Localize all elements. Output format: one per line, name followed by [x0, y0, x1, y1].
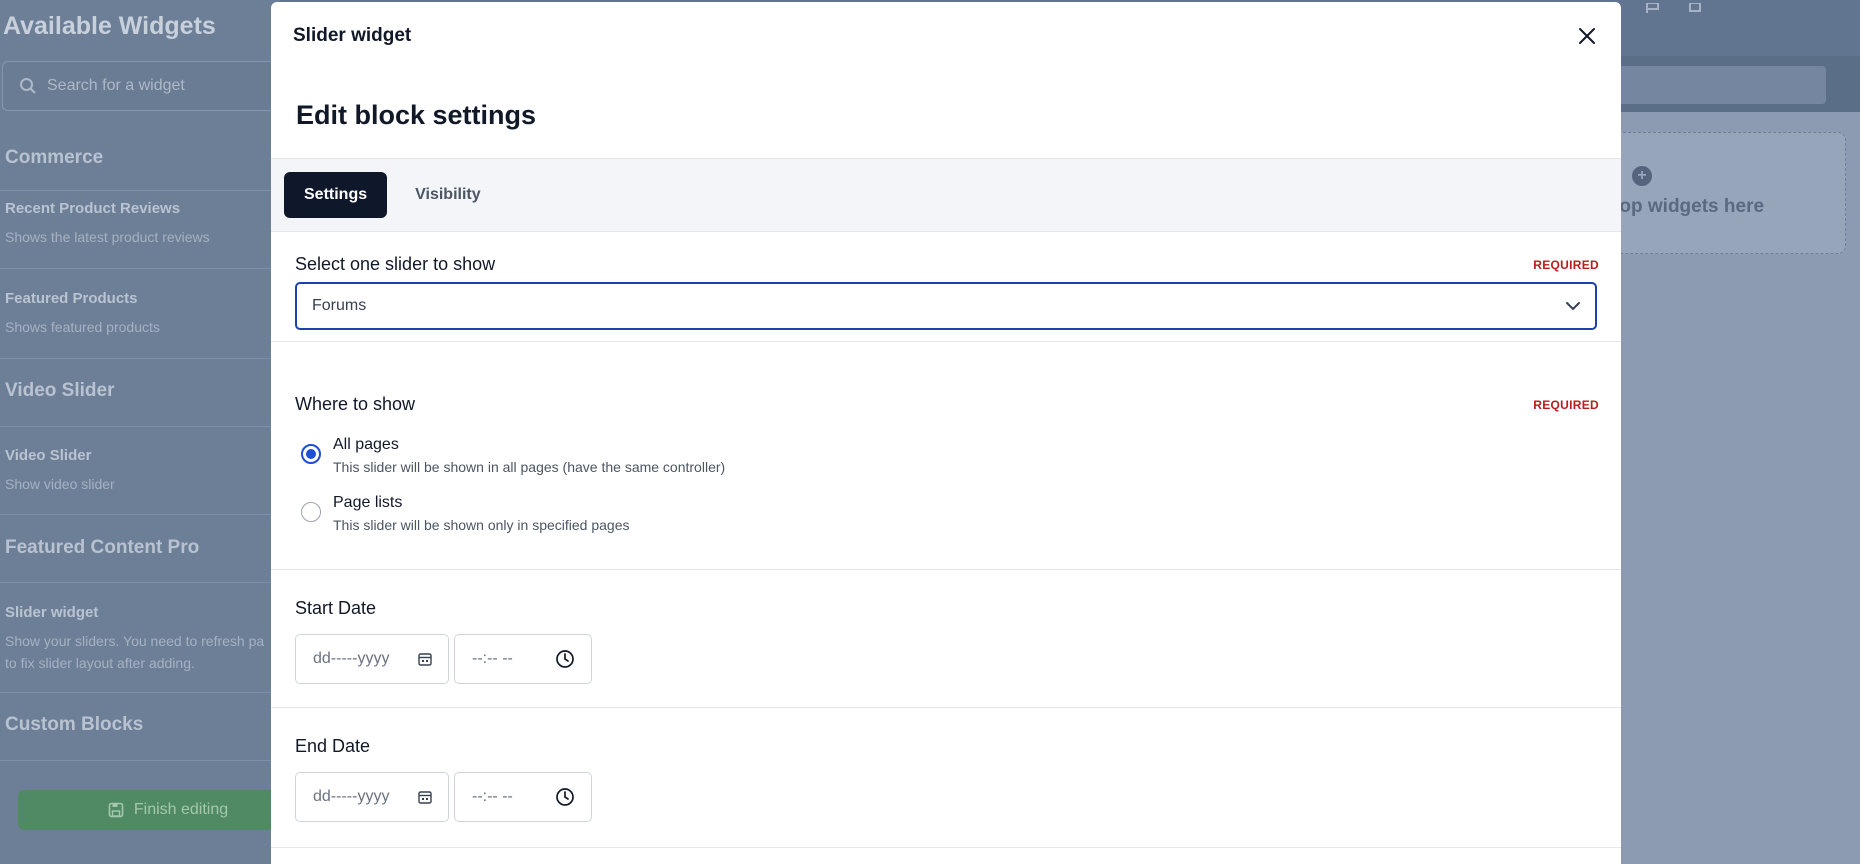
clock-icon	[556, 788, 574, 806]
divider	[0, 358, 280, 359]
date-placeholder: dd-----yyyy	[313, 788, 390, 805]
tab-settings[interactable]: Settings	[284, 172, 388, 218]
start-date-section: Start Date dd-----yyyy --:-- --	[271, 570, 1621, 708]
radio-button[interactable]	[301, 444, 321, 464]
search-icon	[20, 78, 36, 94]
slider-select-value: Forums	[312, 297, 367, 314]
clipboard-icon	[1686, 0, 1704, 18]
slider-select-dropdown[interactable]: Forums	[295, 282, 1597, 330]
divider	[0, 268, 280, 269]
slider-select-label: Select one slider to show	[295, 254, 496, 274]
radio-title: All pages	[333, 436, 399, 453]
modal-title: Slider widget	[293, 25, 412, 46]
slider-widget-modal: Slider widget Edit block settings Settin…	[271, 2, 1621, 864]
close-icon	[1579, 28, 1595, 44]
where-to-show-section: Where to show REQUIRED All pages This sl…	[271, 368, 1621, 570]
divider	[0, 582, 280, 583]
widget-item-title[interactable]: Video Slider	[5, 447, 91, 464]
section-featured-content-pro: Featured Content Pro	[5, 537, 200, 558]
time-placeholder: --:-- --	[472, 788, 513, 805]
calendar-icon	[418, 791, 432, 804]
start-date-label: Start Date	[295, 598, 377, 618]
widget-item-desc: to fix slider layout after adding.	[5, 655, 195, 671]
section-commerce: Commerce	[5, 147, 104, 168]
search-placeholder: Search for a widget	[47, 77, 185, 94]
widget-item-desc: Show your sliders. You need to refresh p…	[5, 633, 265, 649]
radio-option-all-pages[interactable]: All pages This slider will be shown in a…	[301, 434, 725, 478]
widget-item-title[interactable]: Slider widget	[5, 604, 98, 621]
divider	[0, 760, 280, 761]
flag-icon	[1644, 0, 1662, 18]
widget-item-title[interactable]: Recent Product Reviews	[5, 200, 180, 217]
end-date-section: End Date dd-----yyyy --:-- --	[271, 708, 1621, 848]
widget-drop-zone[interactable]	[1600, 132, 1846, 254]
widget-item-desc: Shows the latest product reviews	[5, 229, 210, 245]
required-badge: REQUIRED	[1533, 258, 1599, 272]
divider	[0, 426, 280, 427]
close-button[interactable]	[1575, 24, 1599, 48]
chevron-down-icon	[1566, 302, 1580, 311]
end-date-inputs: dd-----yyyy --:-- --	[295, 772, 592, 822]
divider	[0, 692, 280, 693]
tab-visibility[interactable]: Visibility	[395, 172, 501, 218]
clock-icon	[556, 650, 574, 668]
radio-title: Page lists	[333, 494, 403, 511]
start-time-input[interactable]: --:-- --	[454, 634, 592, 684]
time-placeholder: --:-- --	[472, 650, 513, 667]
plus-circle-icon: +	[1632, 166, 1652, 186]
page-title: Edit block settings	[296, 100, 537, 130]
save-icon	[108, 802, 124, 818]
widget-item-desc: Show video slider	[5, 476, 115, 492]
end-date-input[interactable]: dd-----yyyy	[295, 772, 449, 822]
divider	[0, 190, 280, 191]
where-to-show-label: Where to show	[295, 394, 416, 414]
widget-search-input[interactable]: Search for a widget	[2, 61, 302, 111]
finish-editing-label: Finish editing	[133, 801, 229, 818]
radio-description: This slider will be shown only in specif…	[333, 517, 630, 533]
radio-button[interactable]	[301, 502, 321, 522]
end-date-label: End Date	[295, 736, 371, 756]
section-custom-blocks: Custom Blocks	[5, 714, 144, 735]
required-badge: REQUIRED	[1533, 398, 1599, 412]
sidebar-title: Available Widgets	[3, 12, 216, 40]
calendar-icon	[418, 653, 432, 666]
radio-description: This slider will be shown in all pages (…	[333, 459, 726, 475]
drop-zone-text: rop widgets here	[1612, 196, 1765, 217]
section-video-slider: Video Slider	[5, 380, 115, 401]
slider-select-section: Select one slider to show REQUIRED Forum…	[271, 232, 1621, 342]
start-date-input[interactable]: dd-----yyyy	[295, 634, 449, 684]
end-time-input[interactable]: --:-- --	[454, 772, 592, 822]
widget-item-title[interactable]: Featured Products	[5, 290, 138, 307]
radio-option-page-lists[interactable]: Page lists This slider will be shown onl…	[301, 492, 629, 536]
widget-item-desc: Shows featured products	[5, 319, 160, 335]
modal-header: Slider widget	[271, 2, 1621, 70]
start-date-inputs: dd-----yyyy --:-- --	[295, 634, 592, 684]
tabs-bar: Settings Visibility	[271, 158, 1621, 232]
date-placeholder: dd-----yyyy	[313, 650, 390, 667]
divider	[0, 514, 280, 515]
